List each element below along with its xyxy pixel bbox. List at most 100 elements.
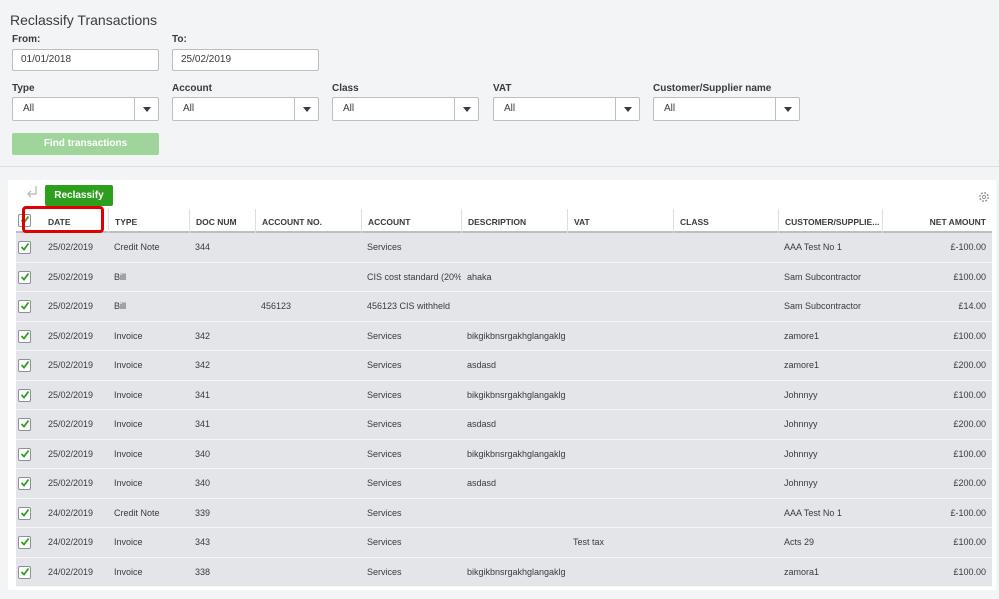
cell-net-amount: £14.00: [958, 301, 986, 311]
row-checkbox[interactable]: [18, 300, 31, 313]
cell-net-amount: £200.00: [953, 360, 986, 370]
col-header-account-no[interactable]: ACCOUNT NO.: [255, 209, 361, 233]
row-select-cell: [16, 499, 42, 529]
to-date-input[interactable]: 25/02/2019: [172, 49, 319, 71]
cell-doc-num: 341: [195, 389, 211, 400]
table-row[interactable]: 24/02/2019 Credit Note 339 Services AAA Test…: [16, 498, 992, 529]
cell-type: Credit Note: [114, 507, 160, 518]
table-row[interactable]: 24/02/2019 Invoice 343 Services Test tax Acts…: [16, 528, 992, 558]
cell-type: Bill: [114, 271, 127, 282]
chevron-down-icon[interactable]: [775, 98, 799, 120]
account-select-value: All: [183, 103, 195, 114]
cell-customer-supplier: Johnnyy: [784, 478, 818, 488]
cell-account-no: [255, 351, 361, 381]
checkmark-icon: [20, 390, 30, 399]
cell-net-amount: £-100.00: [950, 242, 986, 252]
table-row[interactable]: 25/02/2019 Invoice 341 Services bikgikbnsrga…: [16, 380, 992, 411]
table-row[interactable]: 25/02/2019 Invoice 340 Services asdasd Johnny…: [16, 469, 992, 499]
cell-vat: [567, 558, 673, 588]
col-header-vat[interactable]: VAT: [567, 209, 673, 233]
col-header-type[interactable]: TYPE: [108, 209, 188, 233]
row-checkbox[interactable]: [18, 329, 31, 343]
col-header-net-amount[interactable]: NET AMOUNT: [882, 209, 992, 233]
row-checkbox[interactable]: [18, 447, 31, 461]
row-checkbox[interactable]: [18, 359, 31, 372]
table-row[interactable]: 25/02/2019 Invoice 341 Services asdasd Johnny…: [16, 410, 992, 440]
cell-class: [673, 381, 778, 411]
type-select[interactable]: All: [12, 97, 159, 121]
row-select-cell: [16, 381, 42, 411]
col-header-doc-num[interactable]: DOC NUM: [189, 209, 255, 233]
class-select[interactable]: All: [332, 97, 479, 121]
account-select[interactable]: All: [172, 97, 319, 121]
row-checkbox[interactable]: [18, 536, 31, 549]
cell-doc-num: 344: [195, 242, 211, 252]
table-row[interactable]: 24/02/2019 Invoice 338 Services bikgikbnsrga…: [16, 557, 992, 588]
checkmark-icon: [20, 537, 30, 546]
row-checkbox[interactable]: [18, 270, 31, 284]
cell-vat: [567, 440, 673, 470]
cell-type: Credit Note: [114, 242, 160, 252]
cell-account-no: 456123: [261, 301, 292, 311]
cell-customer-supplier: Johnnyy: [784, 389, 818, 400]
cell-account-no: [255, 440, 361, 470]
col-header-customer-supplier[interactable]: CUSTOMER/SUPPLIE...: [778, 209, 882, 233]
row-checkbox[interactable]: [18, 477, 31, 490]
row-select-cell: [16, 233, 42, 263]
vat-label: VAT: [493, 83, 512, 94]
from-date-input[interactable]: 01/01/2018: [12, 49, 159, 71]
cell-class: [673, 263, 778, 293]
row-checkbox[interactable]: [18, 388, 31, 402]
reclassify-button[interactable]: Reclassify: [45, 185, 113, 206]
cell-customer-supplier: Johnnyy: [784, 419, 818, 429]
cell-doc-num: 338: [195, 566, 211, 577]
cell-net-amount: £100.00: [953, 566, 986, 577]
chevron-down-icon[interactable]: [134, 98, 158, 120]
row-checkbox[interactable]: [18, 241, 31, 254]
col-header-class[interactable]: CLASS: [673, 209, 778, 233]
cell-vat: [567, 410, 673, 440]
cell-vat: [567, 381, 673, 411]
class-select-value: All: [343, 103, 355, 114]
table-row[interactable]: 25/02/2019 Invoice 340 Services bikgikbnsrga…: [16, 439, 992, 470]
chevron-down-icon[interactable]: [615, 98, 639, 120]
table-header: DATE TYPE DOC NUM ACCOUNT NO. ACCOUNT DE…: [16, 209, 992, 233]
gear-icon[interactable]: [978, 191, 990, 203]
cell-customer-supplier: zamore1: [784, 360, 820, 370]
table-row[interactable]: 25/02/2019 Credit Note 344 Services AAA Test…: [16, 233, 992, 263]
chevron-down-icon[interactable]: [294, 98, 318, 120]
customer-supplier-select[interactable]: All: [653, 97, 800, 121]
cell-description: [461, 292, 567, 322]
row-checkbox[interactable]: [18, 565, 31, 579]
cell-customer-supplier: zamore1: [784, 330, 820, 341]
checkmark-icon: [20, 508, 30, 517]
cell-doc-num: [189, 263, 255, 293]
col-header-description[interactable]: DESCRIPTION: [461, 209, 567, 233]
cell-customer-supplier: Johnnyy: [784, 448, 818, 459]
cell-description: bikgikbnsrgakhglangaklg: [467, 566, 566, 577]
cell-description: asdasd: [467, 478, 497, 488]
col-header-account[interactable]: ACCOUNT: [361, 209, 461, 233]
cell-account-no: [255, 528, 361, 558]
chevron-down-icon[interactable]: [454, 98, 478, 120]
row-checkbox[interactable]: [18, 418, 31, 431]
cell-date: 25/02/2019: [48, 242, 94, 252]
cell-net-amount: £100.00: [953, 537, 986, 547]
vat-select[interactable]: All: [493, 97, 640, 121]
table-row[interactable]: 25/02/2019 Bill 456123 456123 CIS withheld S…: [16, 292, 992, 322]
row-select-cell: [16, 469, 42, 499]
cell-customer-supplier: AAA Test No 1: [784, 242, 842, 252]
table-row[interactable]: 25/02/2019 Invoice 342 Services asdasd zamore…: [16, 351, 992, 381]
row-select-cell: [16, 410, 42, 440]
row-checkbox[interactable]: [18, 506, 31, 520]
table-row[interactable]: 25/02/2019 Invoice 342 Services bikgikbnsrga…: [16, 321, 992, 351]
table-body: 25/02/2019 Credit Note 344 Services AAA Test…: [16, 233, 992, 587]
cell-account: 456123 CIS withheld: [367, 301, 451, 311]
cell-date: 25/02/2019: [48, 389, 94, 400]
find-transactions-button[interactable]: Find transactions: [12, 133, 159, 155]
row-select-cell: [16, 558, 42, 588]
cell-account-no: [255, 263, 361, 293]
cell-description: bikgikbnsrgakhglangaklg: [467, 389, 566, 400]
cell-date: 24/02/2019: [48, 537, 94, 547]
table-row[interactable]: 25/02/2019 Bill CIS cost standard (20%) aha…: [16, 262, 992, 293]
